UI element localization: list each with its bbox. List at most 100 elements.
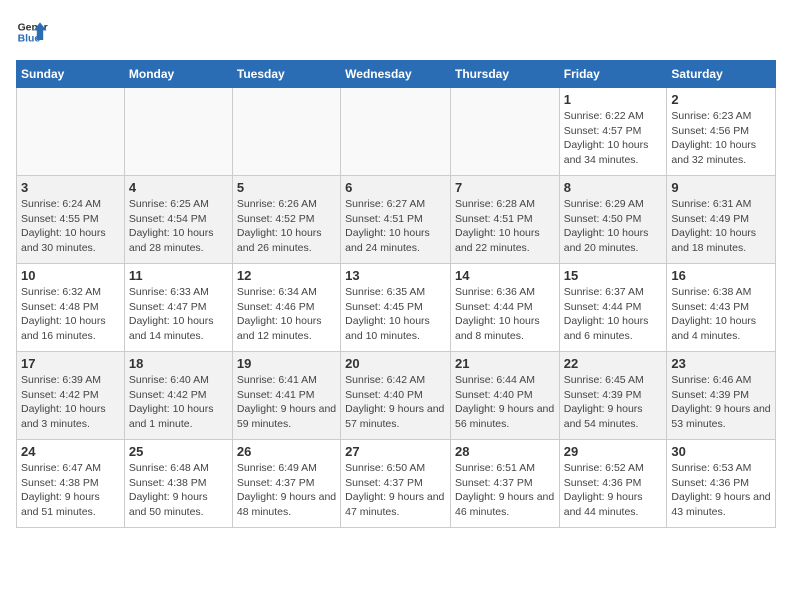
calendar-cell bbox=[17, 88, 125, 176]
calendar-cell: 26 Sunrise: 6:49 AM Sunset: 4:37 PM Dayli… bbox=[232, 440, 340, 528]
day-number: 7 bbox=[455, 180, 555, 195]
day-info: Sunrise: 6:35 AM Sunset: 4:45 PM Dayligh… bbox=[345, 285, 446, 344]
day-info: Sunrise: 6:52 AM Sunset: 4:36 PM Dayligh… bbox=[564, 461, 663, 520]
day-info: Sunrise: 6:47 AM Sunset: 4:38 PM Dayligh… bbox=[21, 461, 120, 520]
calendar-cell: 15 Sunrise: 6:37 AM Sunset: 4:44 PM Dayli… bbox=[559, 264, 667, 352]
day-number: 14 bbox=[455, 268, 555, 283]
calendar-cell: 10 Sunrise: 6:32 AM Sunset: 4:48 PM Dayli… bbox=[17, 264, 125, 352]
logo-icon: General Blue bbox=[16, 16, 48, 48]
weekday-header-friday: Friday bbox=[559, 61, 667, 88]
day-info: Sunrise: 6:24 AM Sunset: 4:55 PM Dayligh… bbox=[21, 197, 120, 256]
calendar-cell bbox=[450, 88, 559, 176]
weekday-header-saturday: Saturday bbox=[667, 61, 776, 88]
day-info: Sunrise: 6:40 AM Sunset: 4:42 PM Dayligh… bbox=[129, 373, 228, 432]
calendar-cell bbox=[341, 88, 451, 176]
week-row-3: 10 Sunrise: 6:32 AM Sunset: 4:48 PM Dayli… bbox=[17, 264, 776, 352]
calendar-cell: 3 Sunrise: 6:24 AM Sunset: 4:55 PM Daylig… bbox=[17, 176, 125, 264]
logo: General Blue bbox=[16, 16, 48, 48]
calendar-cell: 21Sunrise: 6:44 AM Sunset: 4:40 PM Dayli… bbox=[450, 352, 559, 440]
calendar-cell: 7Sunrise: 6:28 AM Sunset: 4:51 PM Daylig… bbox=[450, 176, 559, 264]
day-number: 25 bbox=[129, 444, 228, 459]
day-number: 13 bbox=[345, 268, 446, 283]
calendar-cell: 4Sunrise: 6:25 AM Sunset: 4:54 PM Daylig… bbox=[124, 176, 232, 264]
day-info: Sunrise: 6:26 AM Sunset: 4:52 PM Dayligh… bbox=[237, 197, 336, 256]
day-info: Sunrise: 6:23 AM Sunset: 4:56 PM Dayligh… bbox=[671, 109, 771, 168]
calendar-cell: 24 Sunrise: 6:47 AM Sunset: 4:38 PM Dayli… bbox=[17, 440, 125, 528]
week-row-4: 17Sunrise: 6:39 AM Sunset: 4:42 PM Dayli… bbox=[17, 352, 776, 440]
day-info: Sunrise: 6:41 AM Sunset: 4:41 PM Dayligh… bbox=[237, 373, 336, 432]
day-info: Sunrise: 6:37 AM Sunset: 4:44 PM Dayligh… bbox=[564, 285, 663, 344]
calendar-cell: 22Sunrise: 6:45 AM Sunset: 4:39 PM Dayli… bbox=[559, 352, 667, 440]
calendar-cell: 13 Sunrise: 6:35 AM Sunset: 4:45 PM Dayli… bbox=[341, 264, 451, 352]
day-number: 15 bbox=[564, 268, 663, 283]
day-info: Sunrise: 6:46 AM Sunset: 4:39 PM Dayligh… bbox=[671, 373, 771, 432]
calendar-cell: 9 Sunrise: 6:31 AM Sunset: 4:49 PM Daylig… bbox=[667, 176, 776, 264]
calendar-cell: 5 Sunrise: 6:26 AM Sunset: 4:52 PM Daylig… bbox=[232, 176, 340, 264]
day-info: Sunrise: 6:36 AM Sunset: 4:44 PM Dayligh… bbox=[455, 285, 555, 344]
weekday-header-tuesday: Tuesday bbox=[232, 61, 340, 88]
calendar-cell: 27 Sunrise: 6:50 AM Sunset: 4:37 PM Dayli… bbox=[341, 440, 451, 528]
day-number: 3 bbox=[21, 180, 120, 195]
calendar-cell: 12 Sunrise: 6:34 AM Sunset: 4:46 PM Dayli… bbox=[232, 264, 340, 352]
day-number: 20 bbox=[345, 356, 446, 371]
header: General Blue bbox=[16, 16, 776, 48]
day-info: Sunrise: 6:49 AM Sunset: 4:37 PM Dayligh… bbox=[237, 461, 336, 520]
weekday-header-thursday: Thursday bbox=[450, 61, 559, 88]
day-info: Sunrise: 6:42 AM Sunset: 4:40 PM Dayligh… bbox=[345, 373, 446, 432]
day-info: Sunrise: 6:31 AM Sunset: 4:49 PM Dayligh… bbox=[671, 197, 771, 256]
calendar-cell: 18 Sunrise: 6:40 AM Sunset: 4:42 PM Dayli… bbox=[124, 352, 232, 440]
calendar-cell: 23 Sunrise: 6:46 AM Sunset: 4:39 PM Dayli… bbox=[667, 352, 776, 440]
weekday-header-wednesday: Wednesday bbox=[341, 61, 451, 88]
day-number: 27 bbox=[345, 444, 446, 459]
weekday-header-row: SundayMondayTuesdayWednesdayThursdayFrid… bbox=[17, 61, 776, 88]
calendar-cell bbox=[232, 88, 340, 176]
day-number: 16 bbox=[671, 268, 771, 283]
day-info: Sunrise: 6:32 AM Sunset: 4:48 PM Dayligh… bbox=[21, 285, 120, 344]
day-number: 29 bbox=[564, 444, 663, 459]
day-info: Sunrise: 6:39 AM Sunset: 4:42 PM Dayligh… bbox=[21, 373, 120, 432]
day-number: 26 bbox=[237, 444, 336, 459]
week-row-1: 1Sunrise: 6:22 AM Sunset: 4:57 PM Daylig… bbox=[17, 88, 776, 176]
day-info: Sunrise: 6:29 AM Sunset: 4:50 PM Dayligh… bbox=[564, 197, 663, 256]
day-info: Sunrise: 6:44 AM Sunset: 4:40 PM Dayligh… bbox=[455, 373, 555, 432]
calendar-cell: 20 Sunrise: 6:42 AM Sunset: 4:40 PM Dayli… bbox=[341, 352, 451, 440]
weekday-header-sunday: Sunday bbox=[17, 61, 125, 88]
day-number: 10 bbox=[21, 268, 120, 283]
calendar-cell: 30 Sunrise: 6:53 AM Sunset: 4:36 PM Dayli… bbox=[667, 440, 776, 528]
calendar-table: SundayMondayTuesdayWednesdayThursdayFrid… bbox=[16, 60, 776, 528]
calendar-cell: 25 Sunrise: 6:48 AM Sunset: 4:38 PM Dayli… bbox=[124, 440, 232, 528]
day-info: Sunrise: 6:53 AM Sunset: 4:36 PM Dayligh… bbox=[671, 461, 771, 520]
calendar-cell: 11Sunrise: 6:33 AM Sunset: 4:47 PM Dayli… bbox=[124, 264, 232, 352]
day-number: 28 bbox=[455, 444, 555, 459]
day-info: Sunrise: 6:34 AM Sunset: 4:46 PM Dayligh… bbox=[237, 285, 336, 344]
day-info: Sunrise: 6:45 AM Sunset: 4:39 PM Dayligh… bbox=[564, 373, 663, 432]
day-info: Sunrise: 6:22 AM Sunset: 4:57 PM Dayligh… bbox=[564, 109, 663, 168]
day-number: 30 bbox=[671, 444, 771, 459]
day-number: 4 bbox=[129, 180, 228, 195]
day-number: 11 bbox=[129, 268, 228, 283]
calendar-cell: 2Sunrise: 6:23 AM Sunset: 4:56 PM Daylig… bbox=[667, 88, 776, 176]
day-number: 24 bbox=[21, 444, 120, 459]
day-info: Sunrise: 6:50 AM Sunset: 4:37 PM Dayligh… bbox=[345, 461, 446, 520]
calendar-cell: 19 Sunrise: 6:41 AM Sunset: 4:41 PM Dayli… bbox=[232, 352, 340, 440]
day-info: Sunrise: 6:27 AM Sunset: 4:51 PM Dayligh… bbox=[345, 197, 446, 256]
day-number: 19 bbox=[237, 356, 336, 371]
day-number: 23 bbox=[671, 356, 771, 371]
day-info: Sunrise: 6:38 AM Sunset: 4:43 PM Dayligh… bbox=[671, 285, 771, 344]
day-number: 12 bbox=[237, 268, 336, 283]
calendar-cell: 8 Sunrise: 6:29 AM Sunset: 4:50 PM Daylig… bbox=[559, 176, 667, 264]
day-number: 18 bbox=[129, 356, 228, 371]
calendar-cell: 28 Sunrise: 6:51 AM Sunset: 4:37 PM Dayli… bbox=[450, 440, 559, 528]
day-info: Sunrise: 6:48 AM Sunset: 4:38 PM Dayligh… bbox=[129, 461, 228, 520]
calendar-cell: 6Sunrise: 6:27 AM Sunset: 4:51 PM Daylig… bbox=[341, 176, 451, 264]
calendar-cell: 14 Sunrise: 6:36 AM Sunset: 4:44 PM Dayli… bbox=[450, 264, 559, 352]
calendar-cell: 16 Sunrise: 6:38 AM Sunset: 4:43 PM Dayli… bbox=[667, 264, 776, 352]
calendar-cell: 1Sunrise: 6:22 AM Sunset: 4:57 PM Daylig… bbox=[559, 88, 667, 176]
calendar-cell: 17Sunrise: 6:39 AM Sunset: 4:42 PM Dayli… bbox=[17, 352, 125, 440]
week-row-2: 3 Sunrise: 6:24 AM Sunset: 4:55 PM Daylig… bbox=[17, 176, 776, 264]
day-number: 5 bbox=[237, 180, 336, 195]
day-number: 9 bbox=[671, 180, 771, 195]
day-number: 8 bbox=[564, 180, 663, 195]
calendar-cell bbox=[124, 88, 232, 176]
day-info: Sunrise: 6:51 AM Sunset: 4:37 PM Dayligh… bbox=[455, 461, 555, 520]
